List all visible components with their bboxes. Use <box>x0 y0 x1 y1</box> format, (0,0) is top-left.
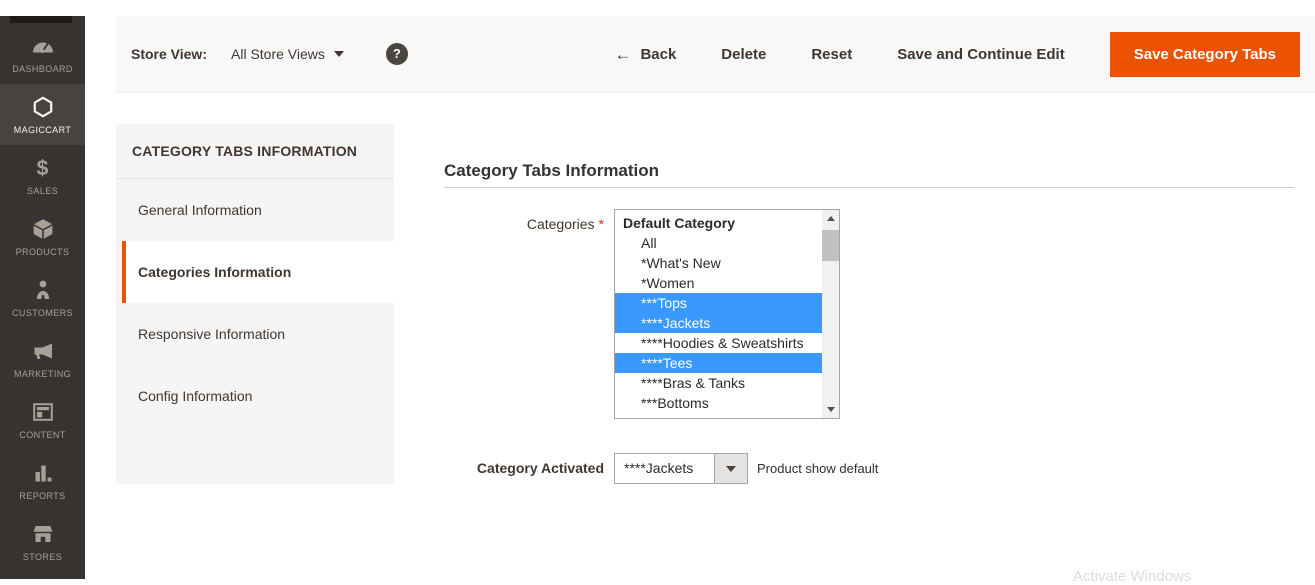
help-icon[interactable]: ? <box>386 43 408 65</box>
sidebar-item-customers[interactable]: CUSTOMERS <box>0 267 85 328</box>
categories-options: Default CategoryAll*What's New*Women***T… <box>615 210 822 418</box>
sidebar-item-label: DASHBOARD <box>12 64 73 74</box>
nav-item-config-information[interactable]: Config Information <box>116 365 394 427</box>
section-nav-panel: CATEGORY TABS INFORMATION General Inform… <box>116 124 394 484</box>
category-option[interactable]: *Women <box>615 273 822 293</box>
category-option[interactable]: ****Hoodies & Sweatshirts <box>615 333 822 353</box>
sidebar-item-products[interactable]: PRODUCTS <box>0 206 85 267</box>
sidebar-item-label: STORES <box>23 552 62 562</box>
listbox-scrollbar[interactable] <box>822 210 839 418</box>
categories-field-label: Categories* <box>444 209 604 419</box>
category-option[interactable]: ***Tops <box>615 293 822 313</box>
stores-icon <box>31 522 55 547</box>
main-area: Store View: All Store Views ? ← Back Del… <box>116 16 1315 484</box>
category-option[interactable]: ****Bras & Tanks <box>615 373 822 393</box>
sidebar-item-magiccart[interactable]: MAGICCART <box>0 84 85 145</box>
content-divider <box>444 187 1294 188</box>
sidebar-item-label: MARKETING <box>14 369 71 379</box>
category-option[interactable]: *What's New <box>615 253 822 273</box>
sidebar-item-reports[interactable]: REPORTS <box>0 450 85 511</box>
save-category-tabs-button[interactable]: Save Category Tabs <box>1110 32 1300 77</box>
admin-sidebar: DASHBOARD MAGICCART $ SALES PRODUCTS CUSTOMER… <box>0 16 85 579</box>
section-nav-items: General InformationCategories Informatio… <box>116 179 394 427</box>
form-content: Category Tabs Information Categories* De… <box>444 124 1294 484</box>
save-and-continue-button[interactable]: Save and Continue Edit <box>897 46 1065 63</box>
store-view-switcher: Store View: All Store Views ? <box>131 43 408 65</box>
category-option[interactable]: ****Jackets <box>615 313 822 333</box>
customers-icon <box>31 278 55 303</box>
page-toolbar: Store View: All Store Views ? ← Back Del… <box>116 16 1315 93</box>
delete-button[interactable]: Delete <box>721 46 766 63</box>
scroll-up-icon[interactable] <box>822 210 839 227</box>
store-view-label: Store View: <box>131 46 207 62</box>
dashboard-icon <box>31 34 55 59</box>
nav-item-categories-information[interactable]: Categories Information <box>122 241 394 303</box>
sidebar-item-label: PRODUCTS <box>16 247 70 257</box>
nav-item-general-information[interactable]: General Information <box>116 179 394 241</box>
category-option[interactable]: ***Bottoms <box>615 393 822 413</box>
store-view-value: All Store Views <box>231 46 325 62</box>
section-nav-title: CATEGORY TABS INFORMATION <box>116 124 394 179</box>
toolbar-actions: ← Back Delete Reset Save and Continue Ed… <box>614 32 1300 77</box>
nav-item-responsive-information[interactable]: Responsive Information <box>116 303 394 365</box>
activate-windows-watermark: Activate Windows <box>1073 568 1191 585</box>
content-icon <box>31 400 55 425</box>
sidebar-item-sales[interactable]: $ SALES <box>0 145 85 206</box>
category-activated-value: ****Jackets <box>615 454 714 483</box>
admin-menu: DASHBOARD MAGICCART $ SALES PRODUCTS CUSTOMER… <box>0 23 85 572</box>
reports-icon <box>31 461 55 486</box>
chevron-down-icon <box>334 51 344 57</box>
store-view-dropdown[interactable]: All Store Views <box>231 46 344 62</box>
select-dropdown-button[interactable] <box>714 454 747 483</box>
page-title: Category Tabs Information <box>444 161 1294 181</box>
category-activated-label: Category Activated <box>444 453 604 484</box>
back-arrow-icon: ← <box>614 46 631 63</box>
sidebar-item-label: MAGICCART <box>14 125 71 135</box>
sidebar-item-label: CONTENT <box>19 430 65 440</box>
admin-logo-strip <box>10 16 72 23</box>
scroll-thumb[interactable] <box>822 230 839 261</box>
products-icon <box>31 217 55 242</box>
marketing-icon <box>31 339 55 364</box>
sidebar-item-label: SALES <box>27 186 58 196</box>
categories-multiselect[interactable]: Default CategoryAll*What's New*Women***T… <box>614 209 840 419</box>
required-marker: * <box>599 216 604 232</box>
category-activated-note: Product show default <box>757 453 878 484</box>
category-activated-field-row: Category Activated ****Jackets Product s… <box>444 453 1294 484</box>
categories-field-row: Categories* Default CategoryAll*What's N… <box>444 209 1294 419</box>
category-activated-select[interactable]: ****Jackets <box>614 453 748 484</box>
category-option[interactable]: ****Tees <box>615 353 822 373</box>
back-button[interactable]: ← Back <box>614 46 676 63</box>
page-body: CATEGORY TABS INFORMATION General Inform… <box>116 124 1315 484</box>
sidebar-item-dashboard[interactable]: DASHBOARD <box>0 23 85 84</box>
magiccart-icon <box>31 95 55 120</box>
chevron-down-icon <box>726 466 736 472</box>
category-option[interactable]: Default Category <box>615 213 822 233</box>
sales-icon: $ <box>37 156 49 181</box>
sidebar-item-content[interactable]: CONTENT <box>0 389 85 450</box>
sidebar-item-marketing[interactable]: MARKETING <box>0 328 85 389</box>
sidebar-item-label: CUSTOMERS <box>12 308 73 318</box>
reset-button[interactable]: Reset <box>811 46 852 63</box>
category-option[interactable]: All <box>615 233 822 253</box>
scroll-down-icon[interactable] <box>822 401 839 418</box>
sidebar-item-label: REPORTS <box>19 491 65 501</box>
